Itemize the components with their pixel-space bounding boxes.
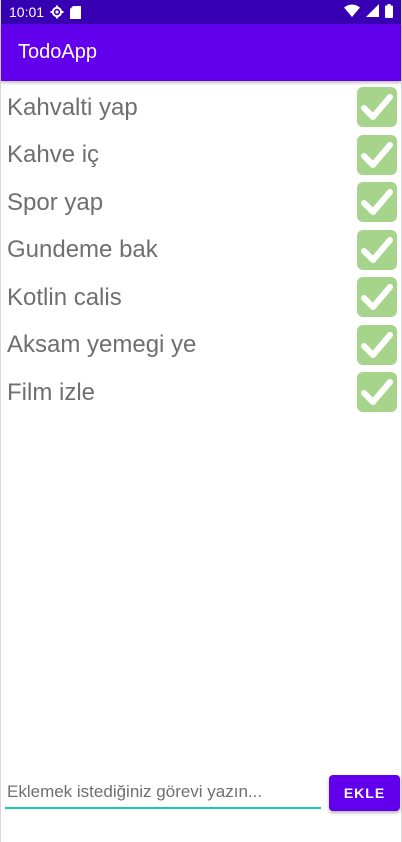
check-mark-icon[interactable] xyxy=(357,182,397,222)
cellular-signal-icon xyxy=(366,4,379,20)
todo-label: Film izle xyxy=(7,378,95,406)
todo-label: Kahvalti yap xyxy=(7,93,138,121)
todo-label: Kotlin calis xyxy=(7,283,122,311)
todo-label: Spor yap xyxy=(7,188,104,216)
todo-item[interactable]: Film izle xyxy=(1,369,401,417)
todo-item[interactable]: Kotlin calis xyxy=(1,274,401,322)
todo-label: Kahve iç xyxy=(7,141,100,169)
todo-label: Gundeme bak xyxy=(7,236,158,264)
check-mark-icon[interactable] xyxy=(357,324,397,365)
status-icons xyxy=(344,3,393,21)
check-mark-icon[interactable] xyxy=(357,277,397,317)
settings-gear-icon xyxy=(50,5,64,19)
add-button[interactable]: EKLE xyxy=(329,775,400,811)
todo-item[interactable]: Kahve iç xyxy=(1,132,401,180)
todo-item[interactable]: Gundeme bak xyxy=(1,227,401,275)
status-time: 10:01 xyxy=(9,4,45,20)
todo-item[interactable]: Spor yap xyxy=(1,179,401,227)
add-task-row: EKLE xyxy=(1,772,401,812)
status-bar: 10:01 xyxy=(1,0,401,24)
check-mark-icon[interactable] xyxy=(357,134,397,175)
todo-item[interactable]: Kahvalti yap xyxy=(1,84,401,132)
task-input[interactable] xyxy=(5,777,321,809)
app-screen: 10:01 TodoApp Kahvalti yap Kahve iç Spor… xyxy=(0,0,402,842)
app-bar: TodoApp xyxy=(1,24,401,81)
sd-card-icon xyxy=(70,5,82,19)
todo-label: Aksam yemegi ye xyxy=(7,331,197,359)
check-mark-icon[interactable] xyxy=(357,87,397,127)
todo-list: Kahvalti yap Kahve iç Spor yap Gundeme b… xyxy=(1,84,401,417)
app-title: TodoApp xyxy=(18,41,97,63)
check-mark-icon[interactable] xyxy=(357,229,397,270)
battery-icon xyxy=(385,3,393,21)
wifi-icon xyxy=(344,4,360,20)
todo-item[interactable]: Aksam yemegi ye xyxy=(1,322,401,370)
check-mark-icon[interactable] xyxy=(357,372,397,412)
